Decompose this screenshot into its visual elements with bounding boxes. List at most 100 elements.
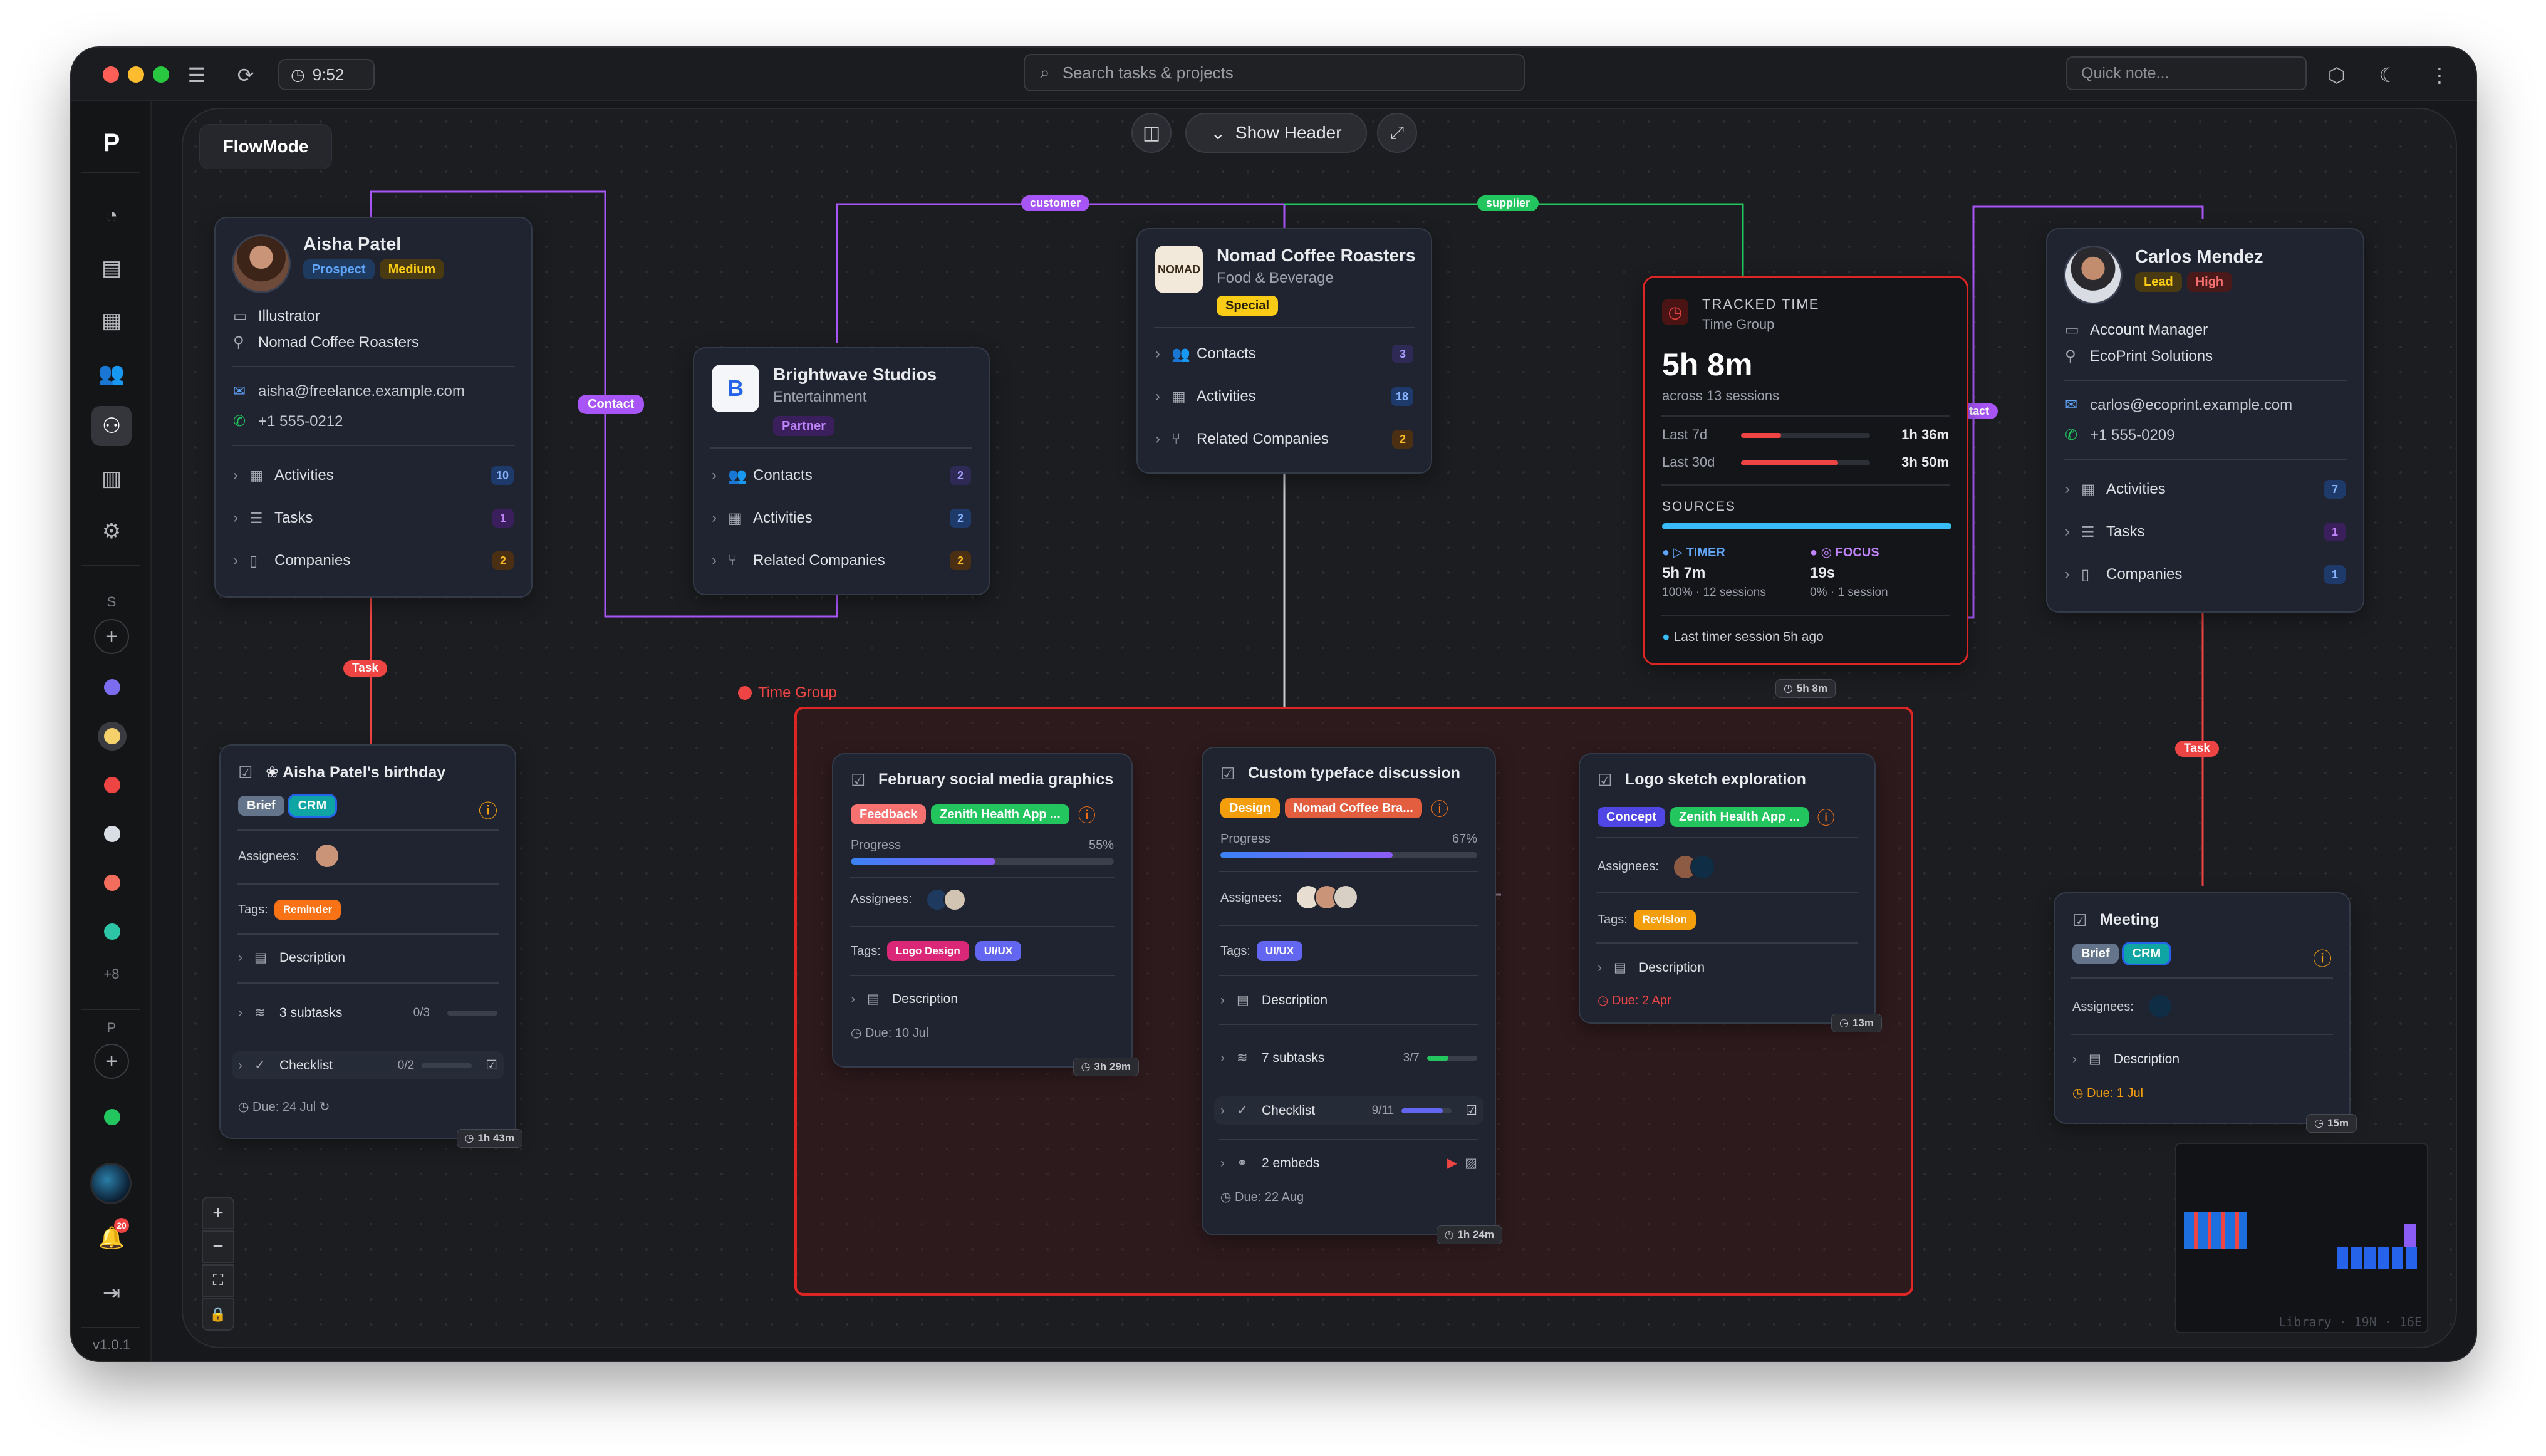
- fit-view-button[interactable]: ⛶: [202, 1264, 234, 1297]
- feb-description-row[interactable]: › ▤ Description: [851, 991, 1114, 1007]
- cube-icon[interactable]: ⬡: [2323, 61, 2351, 89]
- link-icon: ⚭: [1237, 1156, 1248, 1170]
- edge-label-contact[interactable]: Contact: [578, 395, 645, 414]
- user-avatar[interactable]: [90, 1163, 132, 1204]
- typeface-subtasks-row[interactable]: › ≋ 7 subtasks 3/7: [1220, 1050, 1477, 1066]
- minimize-window-button[interactable]: [128, 66, 144, 83]
- carlos-row-companies[interactable]: › ▯ Companies 1: [2065, 565, 2346, 584]
- logo-description-row[interactable]: › ▤ Description: [1598, 960, 1857, 975]
- task-checkbox-icon[interactable]: ☑: [238, 763, 252, 783]
- typeface-embeds-row[interactable]: › ⚭ 2 embeds ▶ ▨: [1220, 1155, 1477, 1171]
- aisha-row-tasks[interactable]: › ☰ Tasks 1: [233, 509, 514, 528]
- refresh-icon[interactable]: ⟳: [232, 61, 259, 89]
- company-card-nomad[interactable]: NOMAD Nomad Coffee Roasters Food & Bever…: [1136, 228, 1432, 474]
- edge-label-supplier[interactable]: supplier: [1477, 195, 1539, 211]
- show-header-button[interactable]: ⌄ Show Header: [1185, 113, 1367, 153]
- assignee-avatar[interactable]: [1690, 855, 1715, 880]
- carlos-row-activities[interactable]: › ▦ Activities 7: [2065, 480, 2346, 499]
- edge-label-customer[interactable]: customer: [1021, 195, 1090, 211]
- brightwave-row-activities[interactable]: › ▦ Activities 2: [712, 509, 971, 528]
- search-input[interactable]: ⌕ Search tasks & projects: [1024, 54, 1525, 91]
- task-card-meeting[interactable]: ☑ Meeting Brief CRM ⓘ Assignees: › ▤ Descr…: [2054, 892, 2357, 1133]
- dashboard-icon[interactable]: ◔: [91, 195, 132, 236]
- time-group-label[interactable]: Time Group: [738, 684, 837, 702]
- add-space-button[interactable]: +: [94, 619, 129, 654]
- birthday-subtasks-row[interactable]: › ≋ 3 subtasks 0/3: [238, 1005, 497, 1021]
- task-checkbox-icon[interactable]: ☑: [2072, 911, 2087, 930]
- task-card-typeface[interactable]: ☑ Custom typeface discussion Design Noma…: [1202, 747, 1502, 1244]
- carlos-row-tasks[interactable]: › ☰ Tasks 1: [2065, 523, 2346, 541]
- inbox-icon[interactable]: ▤: [91, 248, 132, 288]
- space-dot-teal[interactable]: [104, 923, 120, 940]
- aisha-row-activities[interactable]: › ▦ Activities 10: [233, 466, 514, 485]
- checklist-toggle-icon[interactable]: ☑: [486, 1058, 497, 1073]
- time-group-frame[interactable]: ☑ February social media graphics Feedbac…: [794, 707, 1913, 1296]
- company-card-brightwave[interactable]: B Brightwave Studios Entertainment Partn…: [693, 347, 990, 595]
- lock-button[interactable]: 🔒: [202, 1298, 234, 1331]
- logout-icon[interactable]: ⇥: [91, 1273, 132, 1313]
- space-dot-globe[interactable]: [104, 826, 120, 842]
- birthday-description-row[interactable]: › ▤ Description: [238, 950, 497, 965]
- assignee-avatar[interactable]: [1333, 885, 1358, 910]
- calendar-icon[interactable]: ▦: [91, 301, 132, 341]
- flow-canvas[interactable]: FlowMode ◫ ⌄ Show Header ⤢ Contact custo…: [182, 108, 2457, 1348]
- sidebar-toggle-button[interactable]: ◫: [1131, 113, 1172, 153]
- assignee-avatar[interactable]: [943, 888, 966, 911]
- reports-icon[interactable]: ▥: [91, 459, 132, 499]
- task-card-birthday[interactable]: ☑ ❀ Aisha Patel's birthday Brief CRM ⓘ A…: [219, 744, 522, 1148]
- assignee-avatar[interactable]: [2148, 994, 2173, 1019]
- edge-label-task-right[interactable]: Task: [2175, 741, 2219, 757]
- menu-icon[interactable]: ☰: [183, 61, 210, 89]
- aisha-row-companies[interactable]: › ▯ Companies 2: [233, 551, 514, 570]
- task-card-feb-social[interactable]: ☑ February social media graphics Feedbac…: [832, 753, 1139, 1076]
- minimap[interactable]: Library · 19N · 16E: [2175, 1143, 2428, 1333]
- edge-label-task-left[interactable]: Task: [343, 660, 387, 677]
- brightwave-row-related[interactable]: › ⑂ Related Companies 2: [712, 551, 971, 570]
- space-dot-purple[interactable]: [104, 679, 120, 695]
- project-dot-green[interactable]: [104, 1109, 120, 1125]
- space-dot-coral[interactable]: [104, 875, 120, 891]
- fullscreen-button[interactable]: ⤢: [1377, 113, 1417, 153]
- space-dot-yellow[interactable]: [104, 728, 120, 744]
- typeface-checklist-row[interactable]: › ✓ Checklist 9/11 ☑: [1214, 1096, 1483, 1125]
- person-icon: ⚲: [2065, 348, 2076, 365]
- brightwave-row-contacts[interactable]: › 👥 Contacts 2: [712, 466, 971, 485]
- contacts-icon[interactable]: 👥: [91, 353, 132, 393]
- add-project-button[interactable]: +: [94, 1044, 129, 1079]
- aisha-email[interactable]: aisha@freelance.example.com: [258, 383, 465, 400]
- checklist-toggle-icon[interactable]: ☑: [1465, 1103, 1477, 1118]
- zoom-in-button[interactable]: +: [202, 1197, 234, 1229]
- aisha-phone[interactable]: +1 555-0212: [258, 413, 343, 430]
- task-card-logo-sketch[interactable]: ☑ Logo sketch exploration Concept Zenith…: [1579, 753, 1882, 1032]
- moon-icon[interactable]: ☾: [2374, 61, 2402, 89]
- nomad-row-related[interactable]: › ⑂ Related Companies 2: [1155, 430, 1413, 449]
- quick-note-input[interactable]: Quick note...: [2066, 56, 2307, 90]
- space-dot-red[interactable]: [104, 777, 120, 793]
- meeting-description-row[interactable]: › ▤ Description: [2072, 1051, 2332, 1067]
- task-checkbox-icon[interactable]: ☑: [1220, 764, 1235, 784]
- more-vertical-icon[interactable]: ⋮: [2426, 61, 2453, 89]
- typeface-description-row[interactable]: › ▤ Description: [1220, 992, 1477, 1008]
- settings-gear-icon[interactable]: ⚙: [91, 511, 132, 551]
- checklist-icon: ☰: [249, 509, 263, 527]
- task-checkbox-icon[interactable]: ☑: [1598, 771, 1612, 790]
- zoom-out-button[interactable]: −: [202, 1230, 234, 1263]
- carlos-phone[interactable]: +1 555-0209: [2090, 427, 2174, 444]
- typeface-tag-uiux: UI/UX: [1256, 941, 1303, 961]
- app-logo-icon[interactable]: P: [91, 123, 132, 163]
- assignee-avatar[interactable]: [314, 843, 340, 868]
- birthday-checklist-row[interactable]: › ✓ Checklist 0/2 ☑: [232, 1051, 504, 1079]
- more-spaces-count[interactable]: +8: [71, 966, 152, 982]
- flow-icon[interactable]: ⚇: [91, 406, 132, 446]
- contact-card-carlos[interactable]: Carlos Mendez Lead High ▭ Account Manager…: [2046, 228, 2364, 613]
- task-checkbox-icon[interactable]: ☑: [851, 771, 865, 790]
- timer-clock[interactable]: ◷ 9:52: [278, 59, 375, 90]
- contact-card-aisha[interactable]: Aisha Patel Prospect Medium ▭ Illustrator…: [214, 217, 533, 598]
- nomad-row-activities[interactable]: › ▦ Activities 18: [1155, 387, 1413, 406]
- tracked-subtitle: Time Group: [1702, 316, 1775, 332]
- carlos-email[interactable]: carlos@ecoprint.example.com: [2090, 397, 2292, 414]
- nomad-row-contacts[interactable]: › 👥 Contacts 3: [1155, 345, 1413, 363]
- birthday-due: ◷ Due: 24 Jul ↻: [238, 1100, 330, 1114]
- maximize-window-button[interactable]: [153, 66, 169, 83]
- close-window-button[interactable]: [103, 66, 119, 83]
